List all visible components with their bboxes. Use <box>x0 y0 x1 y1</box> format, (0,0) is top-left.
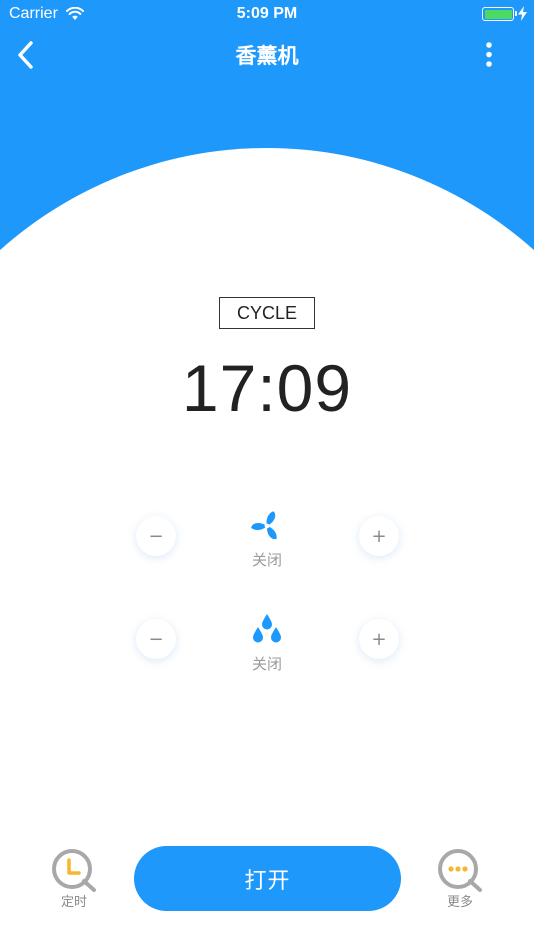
mist-decrease-button[interactable]: − <box>136 619 176 659</box>
minus-label: − <box>148 628 164 650</box>
clock-display: 17:09 <box>181 351 353 425</box>
fan-icon <box>249 508 285 548</box>
mode-label: CYCLE <box>236 302 298 323</box>
vertical-dots-icon <box>486 42 492 67</box>
power-button-label: 打开 <box>244 868 291 894</box>
mode-badge[interactable]: CYCLE <box>219 297 315 329</box>
water-drops-icon <box>249 612 285 652</box>
page-title: 香薰机 <box>235 44 299 68</box>
minus-label: − <box>148 525 164 547</box>
fan-increase-button[interactable]: + <box>359 516 399 556</box>
header-curve <box>0 148 534 270</box>
more-options-button[interactable] <box>474 40 504 70</box>
fan-decrease-button[interactable]: − <box>136 516 176 556</box>
plus-label: + <box>371 628 387 650</box>
status-time: 5:09 PM <box>236 5 298 22</box>
more-button[interactable]: 更多 <box>434 846 486 912</box>
timer-icon <box>52 849 96 892</box>
mist-increase-button[interactable]: + <box>359 619 399 659</box>
power-on-button[interactable]: 打开 <box>134 846 401 911</box>
bolt-icon <box>518 6 527 25</box>
fan-status-label: 关闭 <box>251 551 282 569</box>
status-bar: Carrier 5:09 PM <box>0 0 534 28</box>
mist-status-label: 关闭 <box>251 655 282 673</box>
more-label: 更多 <box>446 895 473 910</box>
plus-label: + <box>371 525 387 547</box>
more-icon <box>438 849 482 892</box>
timer-label: 定时 <box>60 895 87 910</box>
timer-button[interactable]: 定时 <box>48 846 100 912</box>
battery-icon <box>482 7 517 21</box>
